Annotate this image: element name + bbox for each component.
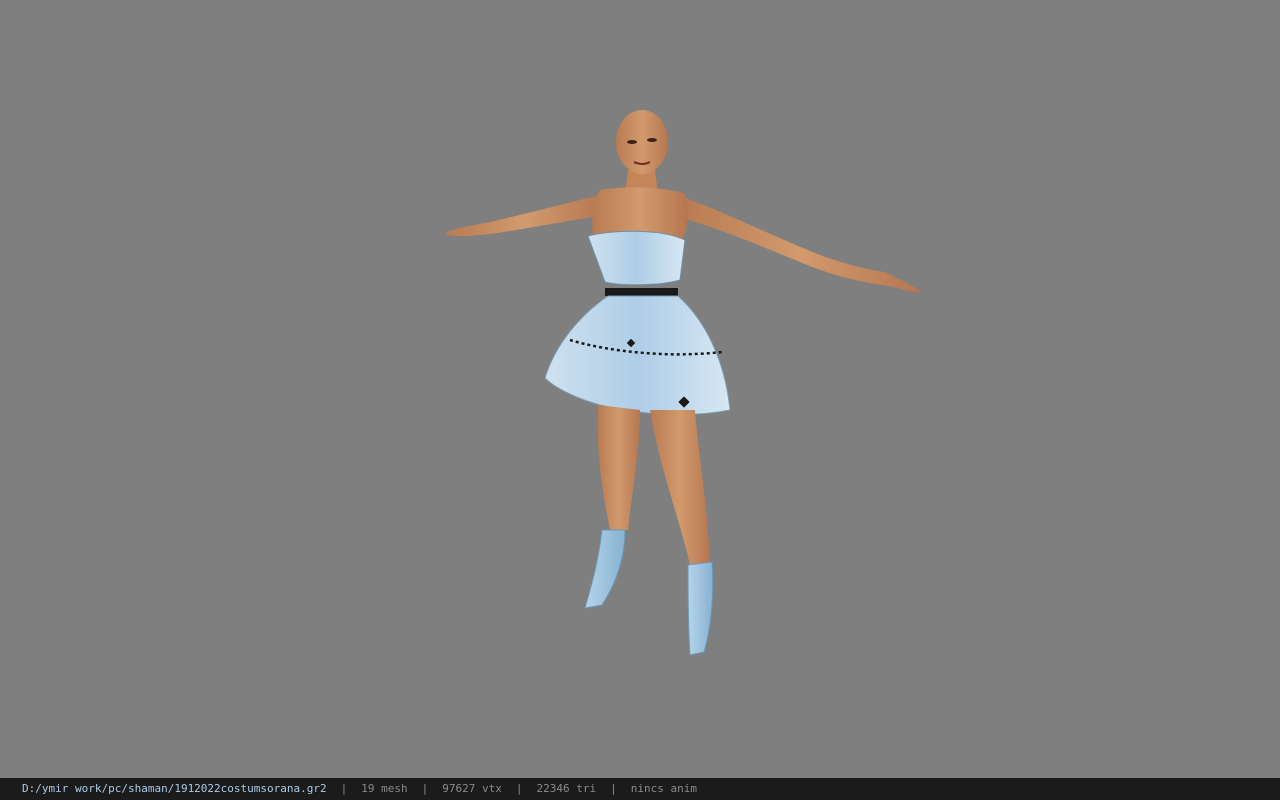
right-leg bbox=[650, 410, 710, 565]
dress-belt bbox=[605, 288, 678, 296]
right-boot bbox=[687, 561, 714, 656]
left-leg bbox=[597, 405, 640, 530]
separator: | bbox=[610, 782, 617, 795]
animation-status: nincs anim bbox=[630, 782, 697, 795]
separator: | bbox=[340, 782, 348, 795]
separator: | bbox=[421, 782, 429, 795]
status-bar: D:/ymir work/pc/shaman/1912022costumsora… bbox=[0, 778, 1280, 800]
left-boot bbox=[584, 529, 626, 609]
triangle-count: 22346 tri bbox=[536, 782, 597, 795]
vertex-count: 97627 vtx bbox=[442, 782, 502, 795]
dress-skirt bbox=[544, 295, 731, 416]
right-arm bbox=[680, 196, 922, 293]
left-arm bbox=[445, 195, 605, 237]
file-path: D:/ymir work/pc/shaman/1912022costumsora… bbox=[22, 782, 327, 795]
3d-viewport[interactable] bbox=[0, 0, 1280, 778]
character-model[interactable] bbox=[0, 0, 1280, 778]
mesh-count: 19 mesh bbox=[361, 782, 408, 795]
separator: | bbox=[515, 782, 523, 795]
dress-bodice bbox=[587, 230, 686, 286]
